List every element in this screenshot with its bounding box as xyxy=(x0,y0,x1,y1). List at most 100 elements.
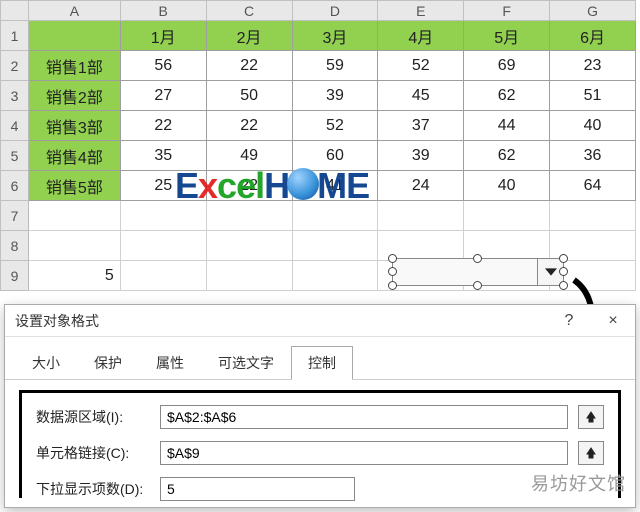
spreadsheet[interactable]: A B C D E F G 1 1月 2月 3月 4月 5月 6月 2 销售1部… xyxy=(0,0,640,291)
cell[interactable]: 销售2部 xyxy=(28,81,120,111)
row-1[interactable]: 1 1月 2月 3月 4月 5月 6月 xyxy=(1,21,636,51)
cell[interactable]: 64 xyxy=(550,171,636,201)
cell[interactable] xyxy=(550,201,636,231)
cell[interactable]: 60 xyxy=(292,141,378,171)
row-8[interactable]: 8 xyxy=(1,231,636,261)
cell[interactable] xyxy=(120,231,206,261)
resize-handle[interactable] xyxy=(473,254,482,263)
close-button[interactable]: × xyxy=(591,305,635,337)
tab-control[interactable]: 控制 xyxy=(291,346,353,380)
row-5[interactable]: 5 销售4部 35 49 60 39 62 36 xyxy=(1,141,636,171)
cell[interactable]: 销售5部 xyxy=(28,171,120,201)
cell[interactable]: 62 xyxy=(464,141,550,171)
col-header[interactable]: C xyxy=(206,1,292,21)
cell[interactable]: 40 xyxy=(464,171,550,201)
cell[interactable]: 6月 xyxy=(550,21,636,51)
row-header[interactable]: 4 xyxy=(1,111,29,141)
cell[interactable] xyxy=(28,21,120,51)
col-header[interactable]: D xyxy=(292,1,378,21)
cell[interactable]: 37 xyxy=(378,111,464,141)
cell[interactable]: 2月 xyxy=(206,21,292,51)
dialog-titlebar[interactable]: 设置对象格式 ? × xyxy=(5,305,635,337)
cell[interactable]: 23 xyxy=(550,51,636,81)
help-button[interactable]: ? xyxy=(547,305,591,337)
select-all-corner[interactable] xyxy=(1,1,29,21)
cell[interactable]: 22 xyxy=(120,111,206,141)
cell[interactable]: 销售3部 xyxy=(28,111,120,141)
cell[interactable]: 22 xyxy=(206,51,292,81)
cell[interactable]: 52 xyxy=(378,51,464,81)
cell-a9[interactable]: 5 xyxy=(28,261,120,291)
cell-link-field[interactable] xyxy=(160,441,568,465)
row-4[interactable]: 4 销售3部 22 22 52 37 44 40 xyxy=(1,111,636,141)
col-header[interactable]: B xyxy=(120,1,206,21)
row-3[interactable]: 3 销售2部 27 50 39 45 62 51 xyxy=(1,81,636,111)
tab-alt-text[interactable]: 可选文字 xyxy=(201,346,291,380)
row-6[interactable]: 6 销售5部 25 22 41 24 40 64 xyxy=(1,171,636,201)
cell[interactable]: 36 xyxy=(550,141,636,171)
cell[interactable]: 39 xyxy=(292,81,378,111)
cell[interactable]: 40 xyxy=(550,111,636,141)
cell[interactable]: 50 xyxy=(206,81,292,111)
cell[interactable]: 22 xyxy=(206,111,292,141)
cell[interactable] xyxy=(292,201,378,231)
cell[interactable] xyxy=(120,261,206,291)
row-7[interactable]: 7 xyxy=(1,201,636,231)
cell[interactable] xyxy=(292,261,378,291)
cell[interactable] xyxy=(378,201,464,231)
row-header[interactable]: 1 xyxy=(1,21,29,51)
cell[interactable]: 25 xyxy=(120,171,206,201)
cell[interactable]: 41 xyxy=(292,171,378,201)
cell[interactable] xyxy=(464,201,550,231)
col-header[interactable]: E xyxy=(378,1,464,21)
cell[interactable] xyxy=(28,201,120,231)
row-header[interactable]: 6 xyxy=(1,171,29,201)
col-header[interactable]: A xyxy=(28,1,120,21)
cell[interactable]: 39 xyxy=(378,141,464,171)
cell[interactable]: 销售1部 xyxy=(28,51,120,81)
dropdown-lines-field[interactable] xyxy=(160,477,355,501)
row-header[interactable]: 9 xyxy=(1,261,29,291)
combobox-control[interactable] xyxy=(392,258,564,286)
resize-handle[interactable] xyxy=(559,254,568,263)
cell[interactable]: 24 xyxy=(378,171,464,201)
resize-handle[interactable] xyxy=(388,254,397,263)
cell[interactable]: 69 xyxy=(464,51,550,81)
range-picker-button[interactable] xyxy=(578,405,604,429)
cell[interactable] xyxy=(120,201,206,231)
cell[interactable]: 51 xyxy=(550,81,636,111)
row-header[interactable]: 2 xyxy=(1,51,29,81)
row-header[interactable]: 3 xyxy=(1,81,29,111)
tab-protection[interactable]: 保护 xyxy=(77,346,139,380)
resize-handle[interactable] xyxy=(559,267,568,276)
col-header[interactable]: F xyxy=(464,1,550,21)
cell[interactable]: 62 xyxy=(464,81,550,111)
cell[interactable] xyxy=(206,201,292,231)
cell[interactable] xyxy=(206,261,292,291)
resize-handle[interactable] xyxy=(473,281,482,290)
resize-handle[interactable] xyxy=(388,281,397,290)
tab-size[interactable]: 大小 xyxy=(15,346,77,380)
cell[interactable] xyxy=(206,231,292,261)
grid[interactable]: A B C D E F G 1 1月 2月 3月 4月 5月 6月 2 销售1部… xyxy=(0,0,636,291)
range-picker-button[interactable] xyxy=(578,441,604,465)
col-header[interactable]: G xyxy=(550,1,636,21)
cell[interactable] xyxy=(28,231,120,261)
column-headers[interactable]: A B C D E F G xyxy=(1,1,636,21)
cell[interactable]: 22 xyxy=(206,171,292,201)
cell[interactable]: 4月 xyxy=(378,21,464,51)
cell[interactable]: 45 xyxy=(378,81,464,111)
row-header[interactable]: 7 xyxy=(1,201,29,231)
input-range-field[interactable] xyxy=(160,405,568,429)
row-2[interactable]: 2 销售1部 56 22 59 52 69 23 xyxy=(1,51,636,81)
cell[interactable]: 35 xyxy=(120,141,206,171)
cell[interactable]: 27 xyxy=(120,81,206,111)
cell[interactable]: 52 xyxy=(292,111,378,141)
cell[interactable]: 59 xyxy=(292,51,378,81)
cell[interactable] xyxy=(292,231,378,261)
cell[interactable]: 1月 xyxy=(120,21,206,51)
cell[interactable]: 3月 xyxy=(292,21,378,51)
tab-properties[interactable]: 属性 xyxy=(139,346,201,380)
cell[interactable]: 销售4部 xyxy=(28,141,120,171)
resize-handle[interactable] xyxy=(388,267,397,276)
